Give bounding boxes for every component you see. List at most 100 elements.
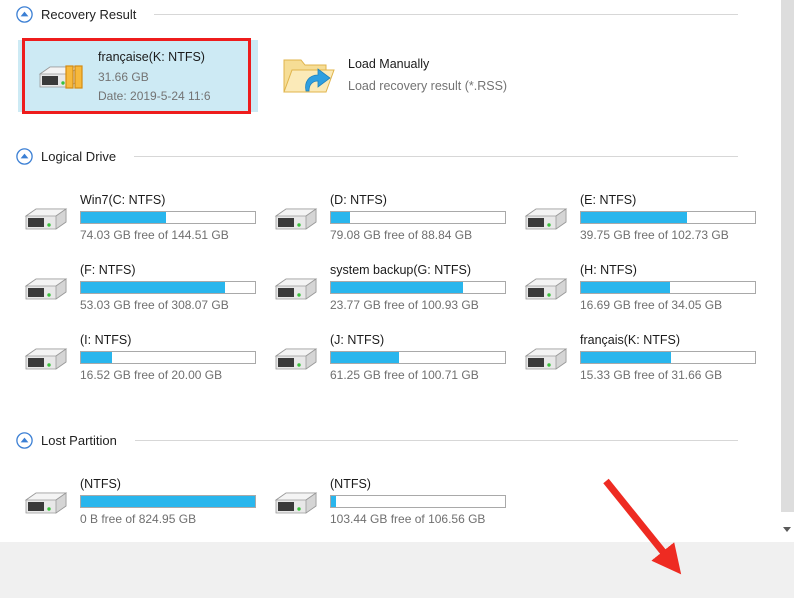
drive-info: system backup(G: NTFS) 23.77 GB free of 1… [330,263,512,312]
load-manually-text: Load Manually Load recovery result (*.RS… [348,57,507,93]
drive-usage-bar-fill [581,211,688,223]
collapse-up-icon[interactable] [16,431,33,449]
hard-drive-icon [268,482,326,520]
drive-usage-bar-fill [81,211,167,223]
drive-usage-bar [80,350,256,364]
vertical-scrollbar[interactable] [780,0,794,540]
chevron-down-icon[interactable] [783,527,791,532]
section-divider [154,13,738,15]
drive-usage-bar [580,350,756,364]
hard-drive-icon [18,268,76,306]
collapse-up-icon[interactable] [16,147,33,165]
drive-capacity-text: 15.33 GB free of 31.66 GB [580,367,723,382]
hard-drive-icon [268,198,326,236]
drive-tile[interactable]: Win7(C: NTFS) 74.03 GB free of 144.51 GB [18,186,268,248]
drive-capacity-text: 103.44 GB free of 106.56 GB [330,511,486,526]
hard-drive-icon [18,338,76,376]
drive-label: Win7(C: NTFS) [80,192,166,207]
drive-info: (E: NTFS) 39.75 GB free of 102.73 GB [580,193,762,242]
scrollbar-thumb[interactable] [781,0,794,512]
load-manually-subtitle: Load recovery result (*.RSS) [348,79,508,93]
drive-info: (J: NTFS) 61.25 GB free of 100.71 GB [330,333,512,382]
hard-drive-icon [18,482,76,520]
drive-usage-bar [330,350,506,364]
hard-drive-icon [18,198,76,236]
collapse-up-icon[interactable] [16,5,33,23]
recovery-result-page: Recovery Result française(K: NTFS) 31.66… [0,0,794,598]
footer-bar: Settings Load Result [0,542,794,598]
drive-label: (NTFS) [80,476,121,491]
drive-label: system backup(G: NTFS) [330,262,471,277]
selected-result-date: Date: 2019-5-24 11:6 [98,88,211,103]
drive-tile[interactable]: (NTFS) 0 B free of 824.95 GB [18,470,268,532]
drive-capacity-text: 79.08 GB free of 88.84 GB [330,227,473,242]
drive-tile[interactable]: français(K: NTFS) 15.33 GB free of 31.66 … [518,326,768,388]
drive-capacity-text: 0 B free of 824.95 GB [80,511,197,526]
drive-usage-bar-fill [331,281,464,293]
drive-usage-bar-fill [581,351,672,363]
drive-capacity-text: 23.77 GB free of 100.93 GB [330,297,479,312]
drive-label: (NTFS) [330,476,371,491]
drive-usage-bar [330,280,506,294]
drive-info: (D: NTFS) 79.08 GB free of 88.84 GB [330,193,512,242]
drive-label: (F: NTFS) [80,262,136,277]
drive-capacity-text: 53.03 GB free of 308.07 GB [80,297,229,312]
section-title-lost-partition: Lost Partition [41,432,117,448]
drive-usage-bar-fill [81,495,255,507]
section-header-lost-partition[interactable]: Lost Partition [16,430,760,450]
drive-usage-bar [580,280,756,294]
hard-drive-icon [268,338,326,376]
section-title-recovery-result: Recovery Result [41,6,137,22]
drive-usage-bar [80,210,256,224]
hard-drive-icon [268,268,326,306]
section-divider [134,439,738,441]
drive-capacity-text: 16.52 GB free of 20.00 GB [80,367,223,382]
selected-result-title: française(K: NTFS) [98,49,205,64]
drive-tile[interactable]: (NTFS) 103.44 GB free of 106.56 GB [268,470,518,532]
drive-capacity-text: 39.75 GB free of 102.73 GB [580,227,729,242]
drive-capacity-text: 61.25 GB free of 100.71 GB [330,367,479,382]
drive-usage-bar-fill [331,211,351,223]
drive-info: (F: NTFS) 53.03 GB free of 308.07 GB [80,263,262,312]
drive-usage-bar [80,280,256,294]
drive-tile[interactable]: (D: NTFS) 79.08 GB free of 88.84 GB [268,186,518,248]
section-divider [134,155,738,157]
drive-usage-bar [330,210,506,224]
drive-label: (H: NTFS) [580,262,637,277]
drive-capacity-text: 74.03 GB free of 144.51 GB [80,227,229,242]
drive-usage-bar [580,210,756,224]
selected-result-size: 31.66 GB [98,69,149,84]
drive-label: français(K: NTFS) [580,332,681,347]
drive-label: (I: NTFS) [80,332,132,347]
hard-drive-icon [518,268,576,306]
drive-tile[interactable]: (H: NTFS) 16.69 GB free of 34.05 GB [518,256,768,318]
hard-drive-icon [518,198,576,236]
selected-result-text: française(K: NTFS) 31.66 GB Date: 2019-5… [98,50,211,103]
selected-recovery-result[interactable]: française(K: NTFS) 31.66 GB Date: 2019-5… [18,40,258,112]
drive-label: (E: NTFS) [580,192,637,207]
drive-tile[interactable]: (E: NTFS) 39.75 GB free of 102.73 GB [518,186,768,248]
load-manually-card[interactable]: Load Manually Load recovery result (*.RS… [280,44,540,106]
drive-info: (NTFS) 103.44 GB free of 106.56 GB [330,477,512,526]
section-header-logical-drive[interactable]: Logical Drive [16,146,760,166]
drive-tile[interactable]: (J: NTFS) 61.25 GB free of 100.71 GB [268,326,518,388]
drive-usage-bar-fill [331,495,337,507]
content-scroll-area[interactable]: Recovery Result française(K: NTFS) 31.66… [0,0,780,540]
section-header-recovery-result[interactable]: Recovery Result [16,4,760,24]
hard-drive-icon [518,338,576,376]
drive-info: (I: NTFS) 16.52 GB free of 20.00 GB [80,333,262,382]
drive-tile[interactable]: (I: NTFS) 16.52 GB free of 20.00 GB [18,326,268,388]
drive-info: (H: NTFS) 16.69 GB free of 34.05 GB [580,263,762,312]
folder-open-arrow-icon [280,51,336,99]
drive-tile[interactable]: system backup(G: NTFS) 23.77 GB free of 1… [268,256,518,318]
drive-tile[interactable]: (F: NTFS) 53.03 GB free of 308.07 GB [18,256,268,318]
hard-drive-icon [28,54,90,98]
section-title-logical-drive: Logical Drive [41,148,117,164]
drive-usage-bar-fill [81,351,113,363]
drive-usage-bar [330,494,506,508]
drive-capacity-text: 16.69 GB free of 34.05 GB [580,297,723,312]
drive-usage-bar [80,494,256,508]
drive-info: Win7(C: NTFS) 74.03 GB free of 144.51 GB [80,193,262,242]
drive-label: (D: NTFS) [330,192,387,207]
drive-info: français(K: NTFS) 15.33 GB free of 31.66 … [580,333,762,382]
